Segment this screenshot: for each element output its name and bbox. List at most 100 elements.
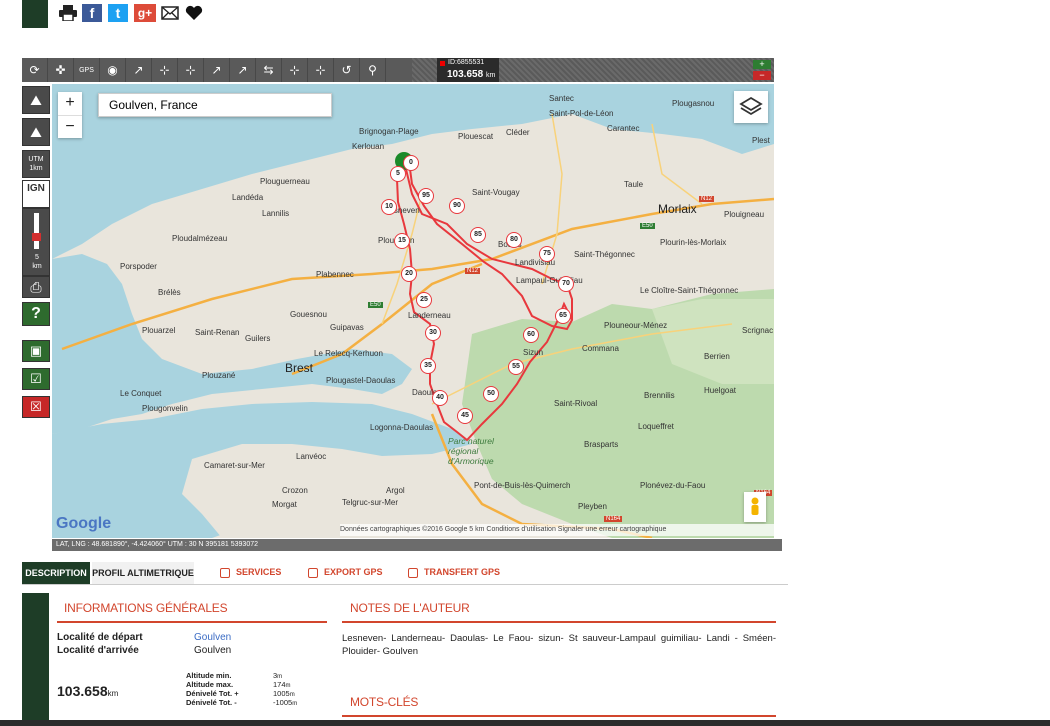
notes-text: Lesneven- Landerneau- Daoulas- Le Faou- … xyxy=(342,633,776,657)
route-plus-icon[interactable]: + xyxy=(753,60,771,69)
alt-min-label: Altitude min. xyxy=(186,671,232,680)
heart-icon[interactable] xyxy=(184,4,204,22)
town-label: Logonna-Daoulas xyxy=(370,423,434,432)
town-label: Pont-de-Buis-lès-Quimerch xyxy=(474,481,571,490)
layer-relief-icon[interactable]: ⛰ xyxy=(22,86,50,114)
print-map-icon[interactable]: ⎙ xyxy=(22,276,50,298)
km-marker[interactable]: 65 xyxy=(555,308,571,324)
tool-remove-icon[interactable]: ↗ xyxy=(204,58,230,82)
tool-view-icon[interactable]: ◉ xyxy=(100,58,126,82)
tool-insert-point-icon[interactable]: ⊹ xyxy=(178,58,204,82)
alt-min-value: 3m xyxy=(273,671,283,680)
transfert-gps-link[interactable]: TRANSFERT GPS xyxy=(408,562,500,584)
km-marker[interactable]: 80 xyxy=(506,232,522,248)
km-marker[interactable]: 20 xyxy=(401,266,417,282)
help-button[interactable]: ? xyxy=(22,302,50,326)
km-marker[interactable]: 40 xyxy=(432,390,448,406)
map-canvas[interactable]: Santec Saint-Pol-de-Léon Plougasnou Cara… xyxy=(52,84,774,538)
map-attribution[interactable]: Données cartographiques ©2016 Google 5 k… xyxy=(340,524,774,536)
town-label: Cléder xyxy=(506,128,530,137)
scale-slider[interactable]: 5 km xyxy=(22,208,50,276)
town-label: Plouigneau xyxy=(724,210,765,219)
map-zoom-control: + − xyxy=(58,92,82,138)
tool-bike-icon[interactable]: ⚲ xyxy=(360,58,386,82)
delete-route-icon[interactable]: ☒ xyxy=(22,396,50,418)
town-label: Brest xyxy=(285,361,314,375)
layers-icon[interactable] xyxy=(734,91,768,123)
map-search-input[interactable] xyxy=(98,93,332,117)
km-marker[interactable]: 5 xyxy=(390,166,406,182)
route-minus-icon[interactable]: − xyxy=(753,71,771,80)
brand-tab xyxy=(22,0,48,28)
town-label: Huelgoat xyxy=(704,386,737,395)
town-label: Morlaix xyxy=(658,202,697,216)
tool-cursor-icon[interactable]: ✜ xyxy=(48,58,74,82)
tool-gps-icon[interactable]: GPS xyxy=(74,58,100,82)
tab-profil-altimetrique[interactable]: PROFIL ALTIMETRIQUE xyxy=(92,562,194,584)
km-marker[interactable]: 35 xyxy=(420,358,436,374)
km-marker[interactable]: 95 xyxy=(418,188,434,204)
town-label: Carantec xyxy=(607,124,640,133)
twitter-icon[interactable]: t xyxy=(108,4,128,22)
town-label: Plougonvelin xyxy=(142,404,188,413)
town-label: Saint-Pol-de-Léon xyxy=(549,109,614,118)
town-label: Plouescat xyxy=(458,132,494,141)
km-marker[interactable]: 55 xyxy=(508,359,524,375)
km-marker[interactable]: 15 xyxy=(394,233,410,249)
zoom-in-button[interactable]: + xyxy=(58,92,82,116)
deniv-plus-label: Dénivelé Tot. + xyxy=(186,689,239,698)
town-label: Le Conquet xyxy=(120,389,162,398)
info-panel-accent xyxy=(22,593,49,726)
km-marker[interactable]: 30 xyxy=(425,325,441,341)
tool-add-point-icon[interactable]: ⊹ xyxy=(152,58,178,82)
km-marker[interactable]: 50 xyxy=(483,386,499,402)
zoom-out-button[interactable]: − xyxy=(58,116,82,138)
town-label: Le Cloître-Saint-Thégonnec xyxy=(640,286,739,295)
tool-loop-icon[interactable]: ↺ xyxy=(334,58,360,82)
km-marker[interactable]: 45 xyxy=(457,408,473,424)
town-label: Plouneour-Ménez xyxy=(604,321,668,330)
km-marker[interactable]: 75 xyxy=(539,246,555,262)
tool-split-icon[interactable]: ⊹ xyxy=(282,58,308,82)
save-validate-icon[interactable]: ☑ xyxy=(22,368,50,390)
km-marker[interactable]: 90 xyxy=(449,198,465,214)
tool-erase-icon[interactable]: ↗ xyxy=(230,58,256,82)
depart-label: Localité de départ xyxy=(57,632,143,643)
google-logo: Google xyxy=(56,515,112,532)
scale-label: 5 km xyxy=(32,254,42,270)
km-marker[interactable]: 70 xyxy=(558,276,574,292)
town-label: Landerneau xyxy=(408,311,451,320)
depart-value[interactable]: Goulven xyxy=(194,632,231,643)
layer-relief2-icon[interactable]: ⛰ xyxy=(22,118,50,146)
scale-slider-handle[interactable] xyxy=(32,233,41,241)
googleplus-icon[interactable]: g+ xyxy=(134,4,156,22)
utm-grid-button[interactable]: UTM 1km xyxy=(22,150,50,178)
export-gps-link[interactable]: EXPORT GPS xyxy=(308,562,383,584)
services-link[interactable]: SERVICES xyxy=(220,562,281,584)
km-marker[interactable]: 10 xyxy=(381,199,397,215)
ign-layer-button[interactable]: IGN xyxy=(22,180,50,208)
km-marker[interactable]: 60 xyxy=(523,327,539,343)
services-icon xyxy=(220,567,230,578)
town-label: Ploudalmézeau xyxy=(172,234,228,243)
town-label: Sizun xyxy=(523,348,544,357)
deniv-plus-value: 1005m xyxy=(273,689,295,698)
tool-join-icon[interactable]: ⊹ xyxy=(308,58,334,82)
town-label: Morgat xyxy=(272,500,297,509)
town-label: Saint-Vougay xyxy=(472,188,520,197)
town-label: Le Relecq-Kerhuon xyxy=(314,349,383,358)
tab-bar: DESCRIPTION PROFIL ALTIMETRIQUE SERVICES… xyxy=(22,562,788,585)
save-new-icon[interactable]: ▣ xyxy=(22,340,50,362)
print-icon[interactable] xyxy=(58,4,78,22)
arrivee-value: Goulven xyxy=(194,645,232,656)
tool-reset-icon[interactable]: ⟳ xyxy=(22,58,48,82)
tool-draw-icon[interactable]: ↗ xyxy=(126,58,152,82)
km-marker[interactable]: 85 xyxy=(470,227,486,243)
mail-icon[interactable] xyxy=(160,4,180,22)
facebook-icon[interactable]: f xyxy=(82,4,102,22)
pegman-icon[interactable] xyxy=(744,492,766,522)
km-marker[interactable]: 25 xyxy=(416,292,432,308)
tool-reverse-icon[interactable]: ⇆ xyxy=(256,58,282,82)
town-label: Lannilis xyxy=(262,209,290,218)
tab-description[interactable]: DESCRIPTION xyxy=(22,562,90,584)
